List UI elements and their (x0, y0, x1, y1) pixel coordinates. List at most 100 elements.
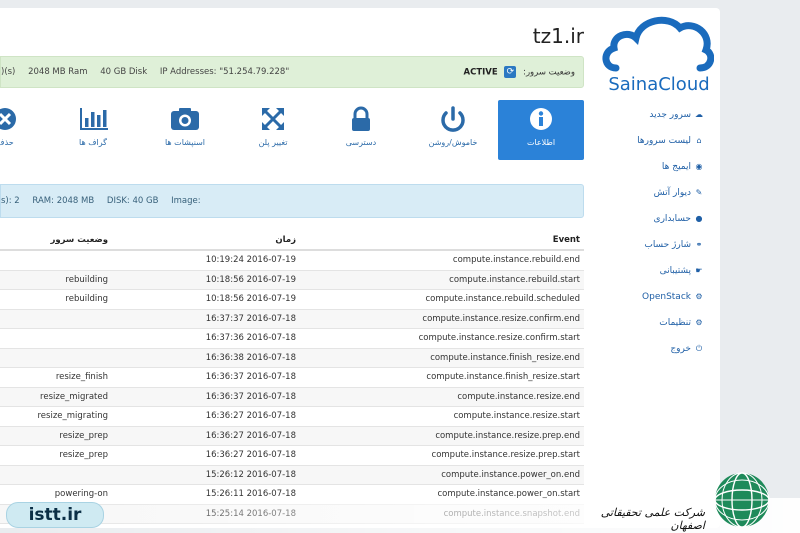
sidebar-item-support[interactable]: ☛ پشتیبانی (600, 258, 704, 284)
cell-event: compute.instance.resize.start (300, 406, 584, 427)
sidebar-item-label: OpenStack (642, 292, 691, 302)
cell-event: compute.instance.resize.confirm.start (300, 328, 584, 349)
gears-icon: ⚙ (695, 292, 703, 301)
change-plan-button-label: تغییر پلن (258, 138, 288, 147)
cell-event: compute.instance.rebuild.end (300, 250, 584, 271)
table-row: 16:36:38 2016-07-18 compute.instance.fini… (0, 348, 584, 368)
sidebar: SainaCloud ☁ سرور جدید ⌂ لیست سرورها ◉ ایمی… (596, 8, 720, 528)
sidebar-item-settings[interactable]: ⚙ تنظیمات (600, 310, 704, 336)
cell-state (0, 465, 112, 485)
cell-event: compute.instance.resize.end (300, 387, 584, 407)
cell-time: 10:18:56 2016-07-19 (112, 270, 300, 290)
status-label: وضعیت سرور: (523, 67, 575, 78)
cell-event: compute.instance.finish_resize.start (300, 367, 584, 388)
cell-time: 10:19:24 2016-07-19 (112, 250, 300, 271)
cell-time: 16:36:37 2016-07-18 (112, 387, 300, 407)
info-ram: RAM: 2048 MB (32, 196, 95, 206)
access-button-label: دسترسی (345, 138, 377, 147)
summary-ram: 2048 MB Ram (28, 67, 88, 77)
cell-state: resize_prep (0, 426, 112, 446)
sidebar-item-openstack[interactable]: ⚙ OpenStack (600, 284, 704, 310)
cell-event: compute.instance.finish_resize.end (300, 348, 584, 368)
cell-state (0, 328, 112, 349)
info-icon (530, 108, 552, 130)
info-button-label: اطلاعات (526, 138, 556, 147)
cell-time: 16:36:27 2016-07-18 (112, 445, 300, 466)
globe-icon: ● (695, 214, 703, 223)
sidebar-item-logout[interactable]: ⏻ خروج (600, 336, 704, 362)
bar-chart-icon (80, 108, 108, 130)
cell-time: 16:36:27 2016-07-18 (112, 406, 300, 427)
main-panel: SainaCloud ☁ سرور جدید ⌂ لیست سرورها ◉ ایمی… (0, 8, 720, 528)
header-state: وضعیت سرور (0, 230, 112, 251)
server-status: وضعیت سرور: ⟳ ACTIVE (464, 66, 575, 78)
cell-event: compute.instance.rebuild.start (300, 270, 584, 290)
table-header-row: وضعیت سرور زمان Event (0, 230, 584, 251)
sidebar-item-label: تنظیمات (659, 318, 691, 328)
cell-time: 15:26:12 2016-07-18 (112, 465, 300, 485)
server-info-bar: s): 2 RAM: 2048 MB DISK: 40 GB Image: (0, 184, 584, 218)
info-button[interactable]: اطلاعات (498, 100, 584, 160)
access-button[interactable]: دسترسی (318, 100, 404, 160)
sidebar-item-label: خروج (670, 344, 691, 354)
action-toolbar: اطلاعات خاموش/روشن دسترسی تغییر پلن اسنپ… (0, 100, 584, 162)
info-image: Image: (171, 196, 201, 206)
table-row: 10:19:24 2016-07-19 compute.instance.rebu… (0, 250, 584, 271)
table-row: resize_finish 16:36:37 2016-07-18 compute.… (0, 367, 584, 388)
cell-state (0, 250, 112, 271)
events-table-body: 10:19:24 2016-07-19 compute.instance.rebu… (0, 250, 584, 528)
cell-state: resize_prep (0, 445, 112, 466)
graphs-button[interactable]: گراف ها (50, 100, 136, 160)
sidebar-item-label: سرور جدید (649, 110, 691, 120)
company-name: شرکت علمی تحقیقاتی اصفهان (600, 506, 705, 532)
sidebar-item-images[interactable]: ◉ ایمیج ها (600, 154, 704, 180)
cell-state: resize_migrated (0, 387, 112, 407)
charge-icon: ⚭ (695, 240, 703, 249)
power-button-label: خاموش/روشن (428, 138, 478, 147)
cell-state (0, 309, 112, 329)
cell-event: compute.instance.resize.confirm.end (300, 309, 584, 329)
sidebar-item-charge[interactable]: ⚭ شارژ حساب (600, 232, 704, 258)
sidebar-menu: ☁ سرور جدید ⌂ لیست سرورها ◉ ایمیج ها ✎ دیوار… (600, 102, 704, 362)
cell-state: resize_finish (0, 367, 112, 388)
change-plan-button[interactable]: تغییر پلن (230, 100, 316, 160)
server-summary: )(s) 2048 MB Ram 40 GB Disk IP Addresses… (1, 67, 299, 77)
delete-button[interactable]: حذف (0, 100, 48, 160)
cloud-logo-icon (602, 16, 714, 72)
table-row: 16:37:36 2016-07-18 compute.instance.resi… (0, 328, 584, 349)
cell-time: 16:36:27 2016-07-18 (112, 426, 300, 446)
sidebar-item-label: پشتیبانی (659, 266, 691, 276)
table-row: resize_prep 16:36:27 2016-07-18 compute.in… (0, 445, 584, 466)
refresh-icon[interactable]: ⟳ (504, 66, 517, 78)
power-toggle-button[interactable]: خاموش/روشن (410, 100, 496, 160)
cell-time: 16:36:37 2016-07-18 (112, 367, 300, 388)
table-row: resize_migrating 16:36:27 2016-07-18 compu… (0, 406, 584, 427)
snapshots-button[interactable]: اسنپشات ها (142, 100, 228, 160)
sidebar-item-accounting[interactable]: ● حسابداری (600, 206, 704, 232)
cell-time: 16:37:36 2016-07-18 (112, 328, 300, 349)
sidebar-item-label: دیوار آتش (653, 188, 691, 198)
power-icon (441, 106, 465, 132)
delete-button-label: حذف (0, 138, 14, 147)
istt-badge: istt.ir (6, 502, 104, 528)
table-row: 16:37:37 2016-07-18 compute.instance.resi… (0, 309, 584, 329)
summary-disk: 40 GB Disk (100, 67, 148, 77)
camera-icon (171, 108, 199, 130)
server-info: s): 2 RAM: 2048 MB DISK: 40 GB Image: (1, 196, 211, 206)
table-row: 15:26:12 2016-07-18 compute.instance.powe… (0, 465, 584, 485)
lock-icon (352, 106, 370, 131)
saina-cloud-logo[interactable]: SainaCloud (602, 10, 714, 102)
cell-state: resize_migrating (0, 406, 112, 427)
power-icon: ⏻ (695, 344, 703, 353)
sidebar-item-label: لیست سرورها (637, 136, 691, 146)
sidebar-item-server-list[interactable]: ⌂ لیست سرورها (600, 128, 704, 154)
sidebar-item-new-server[interactable]: ☁ سرور جدید (600, 102, 704, 128)
sidebar-item-firewall[interactable]: ✎ دیوار آتش (600, 180, 704, 206)
sidebar-item-label: ایمیج ها (661, 162, 691, 172)
info-disk: DISK: 40 GB (106, 196, 159, 206)
globe-logo-icon (714, 472, 770, 528)
summary-ip: IP Addresses: "51.254.79.228" (159, 67, 290, 77)
server-status-bar: )(s) 2048 MB Ram 40 GB Disk IP Addresses… (0, 56, 584, 88)
sidebar-item-label: شارژ حساب (644, 240, 691, 250)
graphs-button-label: گراف ها (79, 138, 107, 147)
